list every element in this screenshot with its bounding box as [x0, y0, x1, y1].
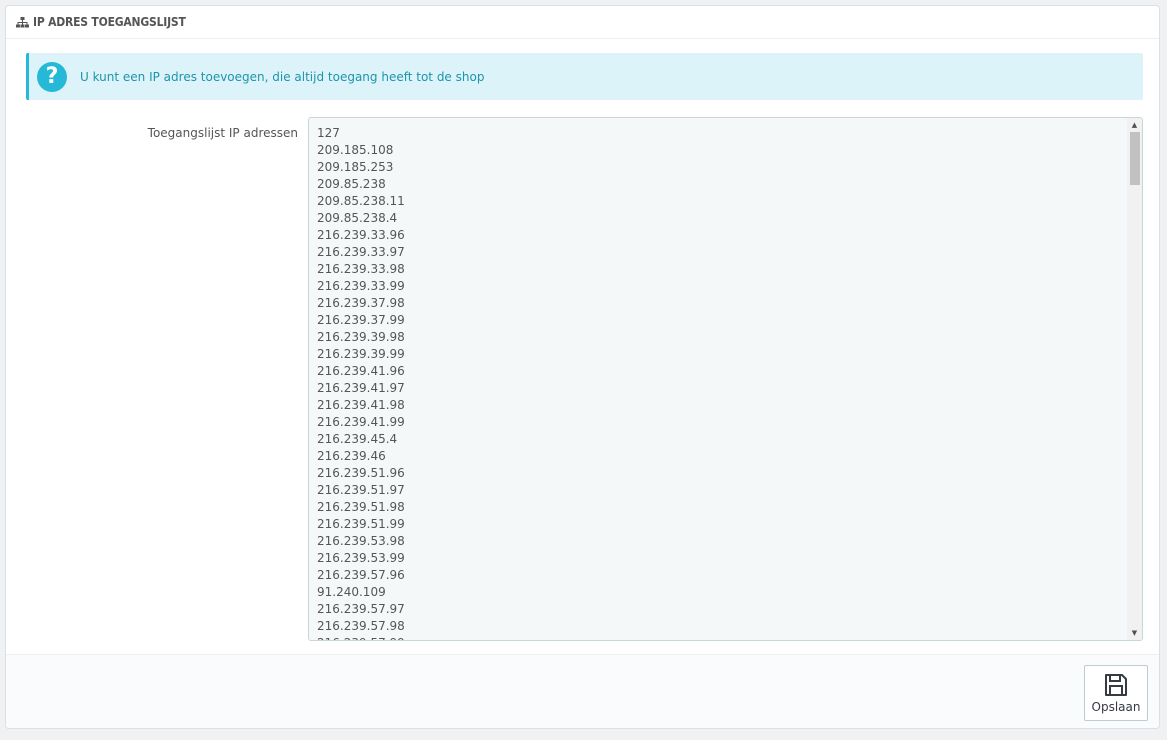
ip-list-line: 216.239.41.99	[317, 415, 405, 429]
ip-list-line: 216.239.57.96	[317, 568, 405, 582]
ip-list-line: 216.239.51.98	[317, 500, 405, 514]
save-button[interactable]: Opslaan	[1084, 665, 1148, 721]
panel-title: IP ADRES TOEGANGSLIJST	[33, 15, 186, 29]
ip-list-line: 216.239.46	[317, 449, 386, 463]
ip-list-line: 216.239.57.99	[317, 635, 1122, 640]
question-icon: ?	[37, 61, 67, 92]
scroll-up-arrow-icon[interactable]: ▲	[1127, 119, 1142, 131]
ip-list-lines: 127 209.185.108 209.185.253 209.85.238 209.8…	[317, 125, 1122, 640]
ip-list-line: 216.239.33.96	[317, 228, 405, 242]
ip-list-line: 216.239.53.98	[317, 534, 405, 548]
ip-list-line: 216.239.39.98	[317, 330, 405, 344]
save-button-label: Opslaan	[1091, 700, 1141, 714]
ip-list-line: 209.185.253	[317, 160, 394, 174]
ip-list-line: 216.239.57.97	[317, 602, 405, 616]
ip-list-line: 209.85.238	[317, 177, 386, 191]
ip-list-line: 216.239.33.97	[317, 245, 405, 259]
panel-heading: IP ADRES TOEGANGSLIJST	[6, 6, 1159, 39]
ip-list-line: 209.85.238.11	[317, 194, 405, 208]
ip-list-line: 127	[317, 126, 340, 140]
ip-list-line: 216.239.51.96	[317, 466, 405, 480]
ip-list-line: 216.239.33.99	[317, 279, 405, 293]
info-alert: ? U kunt een IP adres toevoegen, die alt…	[26, 53, 1143, 100]
scroll-down-arrow-icon[interactable]: ▼	[1127, 627, 1142, 639]
ip-list-line: 216.239.53.99	[317, 551, 405, 565]
ip-list-line: 216.239.39.99	[317, 347, 405, 361]
ip-whitelist-panel: IP ADRES TOEGANGSLIJST ? U kunt een IP a…	[5, 5, 1160, 729]
ip-list-line: 216.239.33.98	[317, 262, 405, 276]
textarea-scrollbar[interactable]: ▲ ▼	[1127, 118, 1142, 640]
alert-message: U kunt een IP adres toevoegen, die altij…	[80, 69, 485, 84]
ip-list-textarea[interactable]: 127 209.185.108 209.185.253 209.85.238 209.8…	[308, 117, 1143, 641]
ip-list-line: 216.239.51.99	[317, 517, 405, 531]
panel-footer: Opslaan	[6, 654, 1159, 728]
ip-list-line: 216.239.41.98	[317, 398, 405, 412]
scroll-thumb[interactable]	[1130, 132, 1140, 185]
ip-list-line: 91.240.109	[317, 585, 386, 599]
ip-list-line: 209.185.108	[317, 143, 394, 157]
ip-list-label: Toegangslijst IP adressen	[147, 126, 298, 140]
ip-list-line: 216.239.37.99	[317, 313, 405, 327]
ip-list-line: 216.239.37.98	[317, 296, 405, 310]
sitemap-icon	[16, 16, 29, 28]
ip-list-line: 216.239.41.97	[317, 381, 405, 395]
ip-list-line: 216.239.51.97	[317, 483, 405, 497]
floppy-disk-icon	[1103, 672, 1129, 698]
ip-list-line: 216.239.41.96	[317, 364, 405, 378]
ip-list-line: 216.239.45.4	[317, 432, 398, 446]
ip-list-line: 209.85.238.4	[317, 211, 398, 225]
ip-list-line: 216.239.57.98	[317, 619, 405, 633]
